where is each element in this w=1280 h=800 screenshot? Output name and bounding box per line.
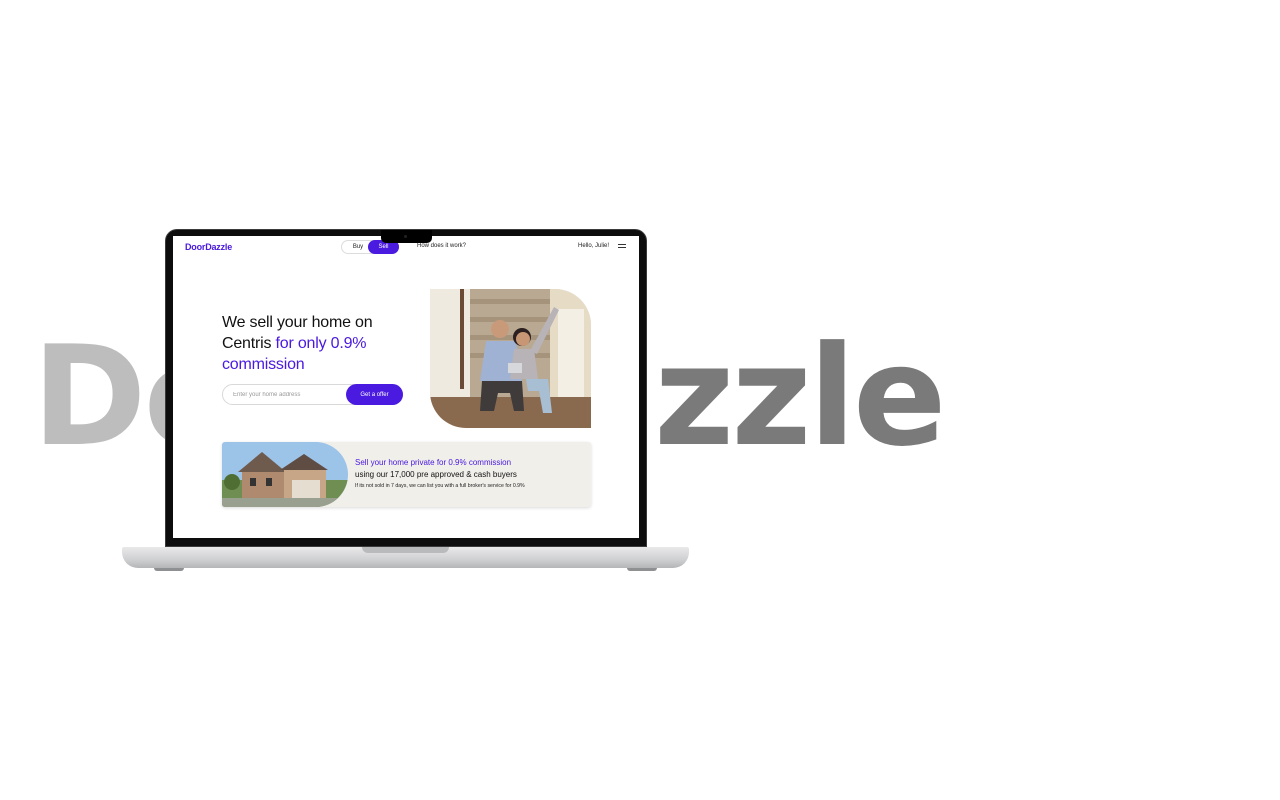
promo-subtitle: using our 17,000 pre approved & cash buy… <box>355 470 517 479</box>
how-it-works-link[interactable]: How does it work? <box>417 243 466 249</box>
laptop-screen: DoorDazzle Buy Sell How does it work? He… <box>173 236 639 538</box>
toggle-buy[interactable]: Buy <box>346 241 370 253</box>
house-photo <box>222 442 348 507</box>
hero-headline: We sell your home on Centris for only 0.… <box>222 312 412 375</box>
hero-photo <box>430 289 591 428</box>
get-offer-button[interactable]: Get a offer <box>346 384 403 405</box>
laptop-foot-right <box>627 568 657 571</box>
camera-icon <box>404 235 407 238</box>
laptop-foot-left <box>154 568 184 571</box>
address-search: Get a offer <box>222 384 403 405</box>
address-input[interactable] <box>233 389 338 401</box>
laptop-mockup: DoorDazzle Buy Sell How does it work? He… <box>122 229 689 572</box>
user-greeting: Hello, Julie! <box>578 243 610 249</box>
promo-card[interactable]: Sell your home private for 0.9% commissi… <box>222 442 591 507</box>
laptop-bezel: DoorDazzle Buy Sell How does it work? He… <box>165 229 647 547</box>
promo-note: If its not sold in 7 days, we can list y… <box>355 483 525 489</box>
hamburger-menu-icon[interactable] <box>618 244 626 250</box>
promo-title: Sell your home private for 0.9% commissi… <box>355 458 512 467</box>
camera-notch <box>381 230 432 243</box>
wordmark-right: zzle <box>654 316 947 477</box>
logo[interactable]: DoorDazzle <box>185 242 232 252</box>
laptop-hinge <box>362 547 449 553</box>
